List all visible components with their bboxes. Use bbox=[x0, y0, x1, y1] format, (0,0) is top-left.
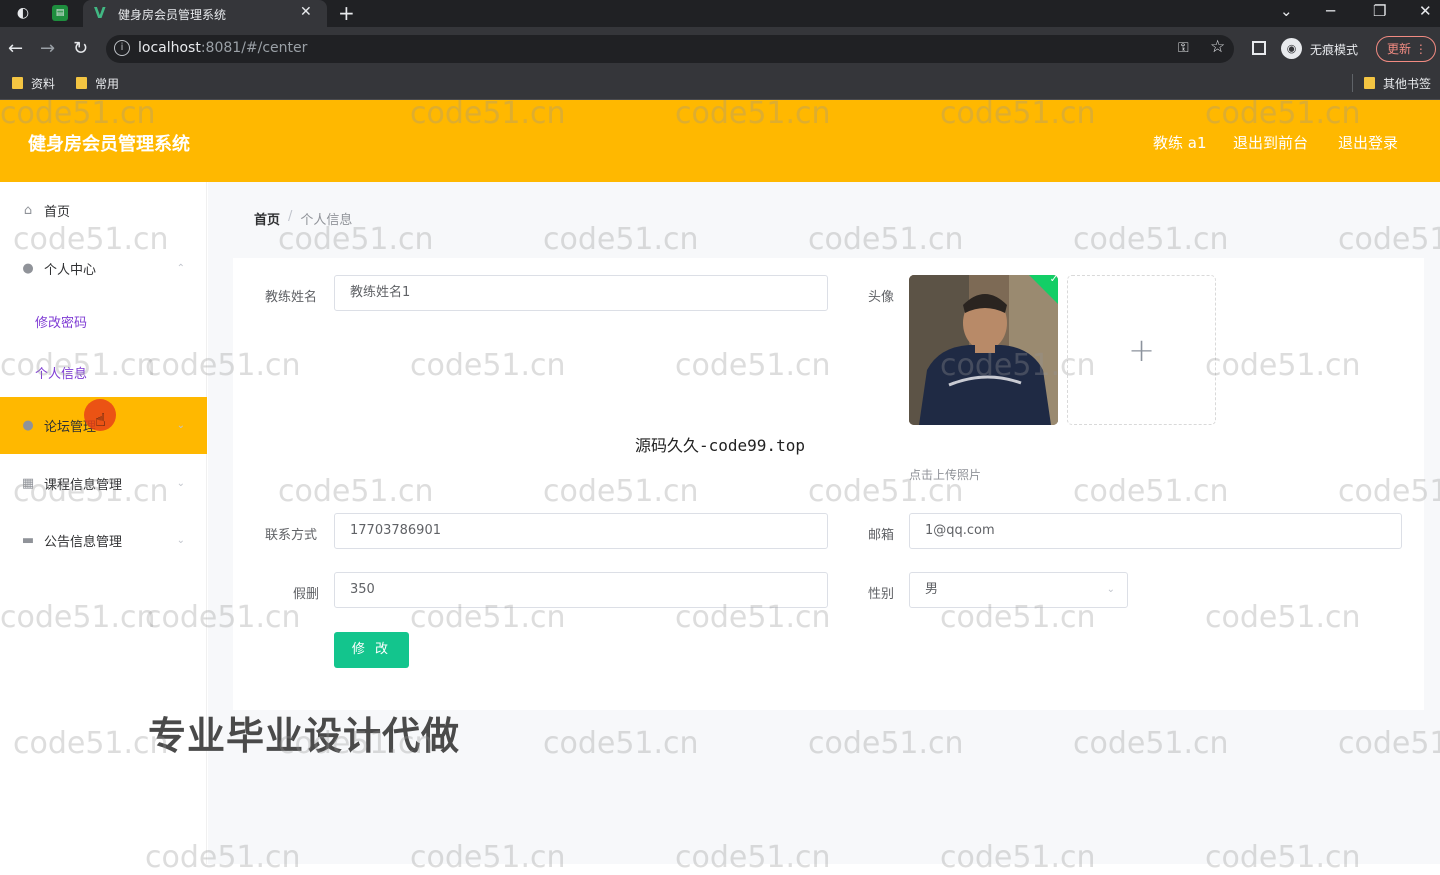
user-icon: ● bbox=[22, 260, 34, 276]
app-title: 健身房会员管理系统 bbox=[28, 134, 190, 155]
gender-label: 性别 bbox=[868, 587, 895, 602]
phone-label: 联系方式 bbox=[265, 528, 318, 543]
avatar-upload-button[interactable]: + bbox=[1067, 275, 1216, 425]
leave-label: 假删 bbox=[293, 587, 320, 602]
chevron-down-icon: ⌄ bbox=[176, 534, 185, 546]
breadcrumb-home[interactable]: 首页 bbox=[254, 209, 280, 228]
window-close-icon[interactable]: ✕ bbox=[1419, 2, 1432, 20]
breadcrumb-separator: / bbox=[288, 209, 293, 224]
gender-value: 男 bbox=[925, 582, 939, 597]
password-key-icon[interactable]: ⚿ bbox=[1178, 40, 1189, 56]
bookmark-star-icon[interactable]: ☆ bbox=[1210, 37, 1225, 57]
close-tab-icon[interactable]: ✕ bbox=[300, 4, 312, 20]
user-icon: ● bbox=[22, 418, 34, 433]
vue-favicon-icon: V bbox=[94, 4, 106, 22]
phone-input[interactable]: 17703786901 bbox=[334, 513, 828, 549]
other-bookmarks[interactable]: 其他书签 bbox=[1364, 74, 1431, 92]
name-label: 教练姓名 bbox=[265, 290, 318, 305]
folder-icon bbox=[12, 77, 23, 89]
home-icon: ⌂ bbox=[23, 202, 33, 218]
bookmarks-bar bbox=[0, 69, 1440, 100]
sidebar-subitem-label: 修改密码 bbox=[35, 315, 88, 331]
chevron-down-icon: ⌄ bbox=[176, 477, 185, 489]
sidebar-item-label: 首页 bbox=[44, 204, 71, 220]
sidebar-item-course[interactable]: ▦ 课程信息管理 ⌄ bbox=[0, 459, 207, 507]
site-info-icon[interactable]: i bbox=[114, 40, 130, 56]
sidebar-item-label: 课程信息管理 bbox=[44, 477, 123, 493]
folder-icon bbox=[1364, 77, 1375, 89]
browser-profile-icon[interactable]: ◐ bbox=[14, 4, 32, 22]
restore-icon[interactable]: ❐ bbox=[1373, 2, 1386, 20]
sidebar-item-personal-center[interactable]: ● 个人中心 ⌃ bbox=[0, 244, 207, 292]
update-label: 更新 bbox=[1387, 42, 1412, 56]
reload-icon[interactable]: ↻ bbox=[73, 38, 88, 59]
app-header bbox=[0, 100, 1440, 182]
chevron-up-icon: ⌃ bbox=[176, 262, 185, 274]
bookmark-label: 资料 bbox=[31, 76, 56, 91]
other-bookmarks-label: 其他书签 bbox=[1383, 76, 1432, 91]
url-text[interactable]: localhost:8081/#/center bbox=[138, 40, 307, 56]
current-user-label: 教练 a1 bbox=[1153, 134, 1207, 152]
avatar-label: 头像 bbox=[868, 290, 895, 305]
more-menu-icon[interactable]: ⋮ bbox=[1415, 42, 1427, 56]
sidebar-item-label: 公告信息管理 bbox=[44, 534, 123, 550]
folder-icon bbox=[76, 77, 87, 89]
sidebar-subitem-change-password[interactable]: 修改密码 bbox=[0, 299, 207, 343]
bookmark-folder-1[interactable]: 资料 bbox=[12, 74, 55, 92]
grid-icon: ▦ bbox=[21, 475, 35, 491]
gender-select[interactable]: 男 ⌄ bbox=[909, 572, 1128, 608]
promo-banner: 专业毕业设计代做 bbox=[148, 714, 461, 758]
email-label: 邮箱 bbox=[868, 528, 895, 543]
breadcrumb-current: 个人信息 bbox=[300, 213, 353, 228]
logout-link[interactable]: 退出登录 bbox=[1338, 132, 1398, 153]
monitor-icon: ▬ bbox=[21, 532, 35, 548]
bookmark-label: 常用 bbox=[95, 76, 120, 91]
side-panel-icon[interactable] bbox=[1252, 41, 1266, 55]
check-icon: ✓ bbox=[1049, 275, 1058, 285]
url-path: :8081/#/center bbox=[200, 40, 308, 56]
back-icon[interactable]: ← bbox=[8, 38, 23, 59]
update-button[interactable]: 更新 ⋮ bbox=[1376, 36, 1436, 62]
name-input[interactable]: 教练姓名1 bbox=[334, 275, 828, 311]
submit-button[interactable]: 修 改 bbox=[334, 632, 409, 668]
sheets-tab-icon[interactable]: ▤ bbox=[52, 5, 68, 21]
tab-search-icon[interactable]: ⌄ bbox=[1280, 2, 1293, 20]
new-tab-icon[interactable]: + bbox=[338, 1, 355, 25]
sidebar-subitem-label: 个人信息 bbox=[35, 366, 88, 382]
sidebar-subitem-personal-info[interactable]: 个人信息 bbox=[0, 350, 207, 394]
sidebar-item-home[interactable]: ⌂ 首页 bbox=[0, 186, 207, 234]
bookmarks-divider bbox=[1352, 74, 1353, 92]
back-to-front-link[interactable]: 退出到前台 bbox=[1233, 132, 1308, 153]
incognito-label: 无痕模式 bbox=[1310, 43, 1359, 57]
forward-icon[interactable]: → bbox=[40, 38, 55, 59]
leave-input[interactable]: 350 bbox=[334, 572, 828, 608]
incognito-icon[interactable]: ◉ bbox=[1281, 38, 1302, 59]
avatar-photo-icon bbox=[909, 275, 1058, 425]
avatar-image[interactable]: ✓ bbox=[909, 275, 1058, 425]
profile-form bbox=[233, 258, 1424, 710]
sidebar-item-notice[interactable]: ▬ 公告信息管理 ⌄ bbox=[0, 516, 207, 564]
url-host: localhost bbox=[138, 40, 201, 56]
plus-icon: + bbox=[1128, 331, 1155, 369]
upload-tip: 点击上传照片 bbox=[909, 468, 982, 482]
chevron-down-icon: ⌄ bbox=[176, 420, 185, 431]
source-caption: 源码久久-code99.top bbox=[635, 436, 805, 455]
breadcrumb: 首页 / 个人信息 bbox=[254, 209, 352, 228]
browser-tab-title: 健身房会员管理系统 bbox=[118, 8, 227, 22]
minimize-icon[interactable]: ─ bbox=[1326, 2, 1335, 20]
sidebar-item-label: 个人中心 bbox=[44, 262, 97, 278]
bookmark-folder-2[interactable]: 常用 bbox=[76, 74, 119, 92]
email-input[interactable]: 1@qq.com bbox=[909, 513, 1402, 549]
chevron-down-icon: ⌄ bbox=[1106, 584, 1115, 595]
hand-cursor-icon: ☝ bbox=[95, 410, 106, 431]
